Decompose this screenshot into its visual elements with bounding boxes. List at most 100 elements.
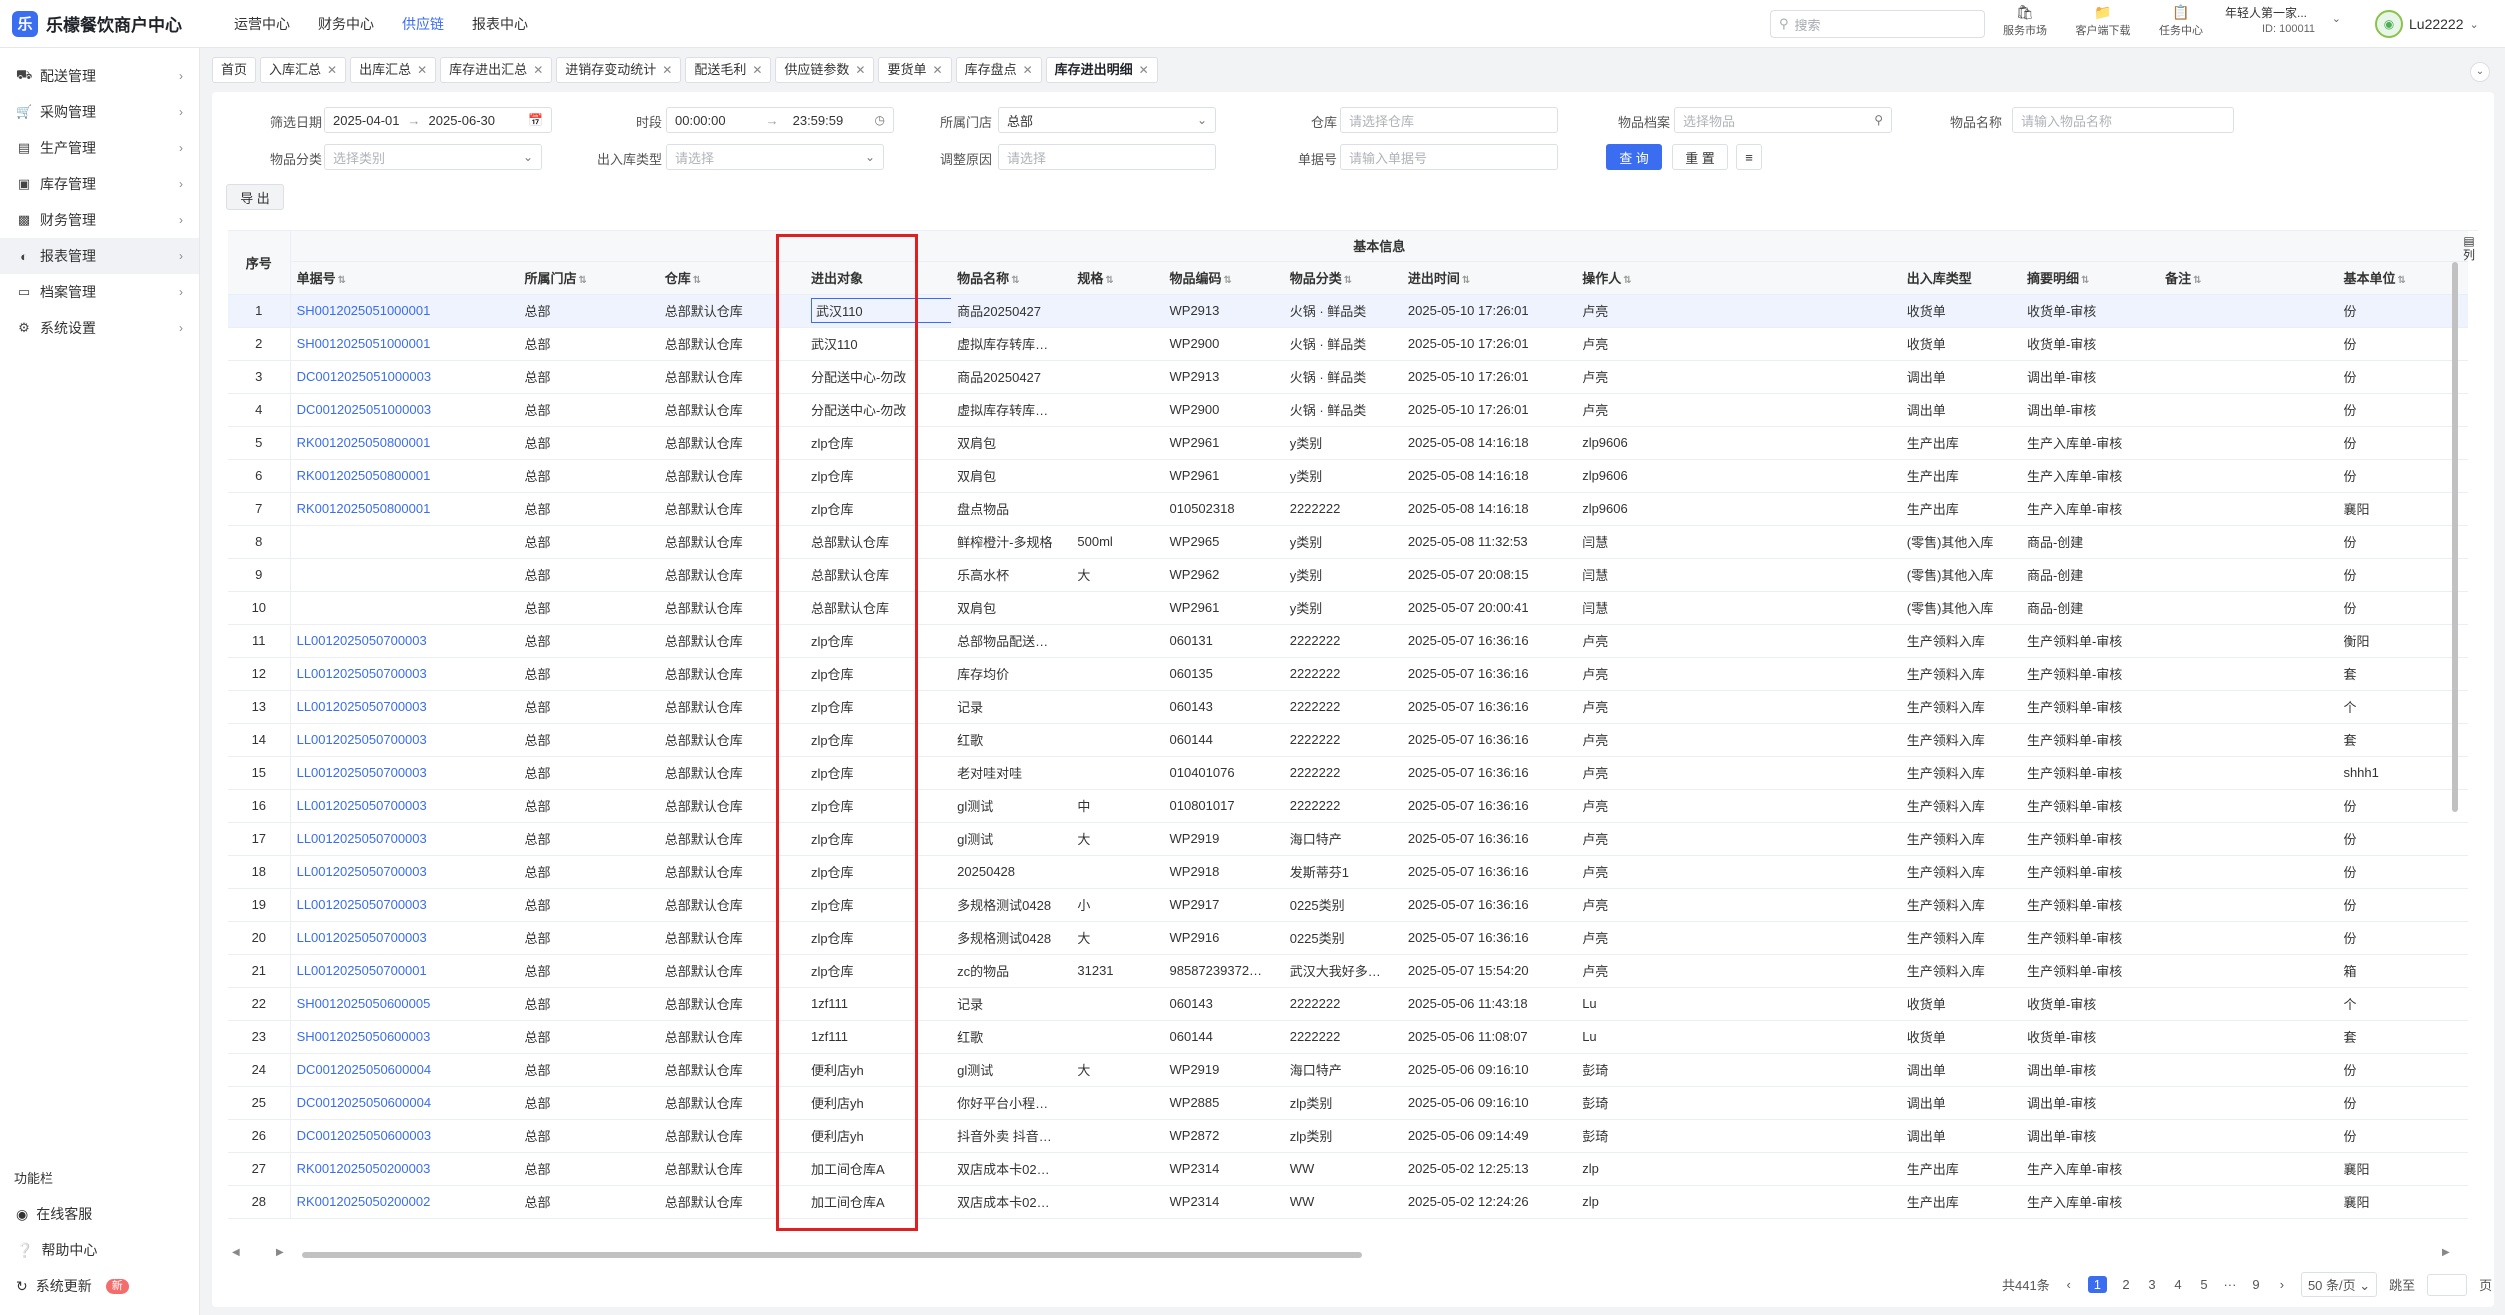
table-row[interactable]: 21 LL0012025050700001 总部 总部默认仓库 zlp仓库 zc的物品 31…	[228, 954, 2468, 988]
selected-cell[interactable]: 武汉110	[810, 298, 952, 323]
user-menu[interactable]: ◉ Lu22222 ⌄	[2375, 10, 2479, 38]
horizontal-scrollbar[interactable]	[302, 1252, 1362, 1258]
table-row[interactable]: 25 DC0012025050600004 总部 总部默认仓库 便利店yh 你好平台小程……	[228, 1086, 2468, 1120]
tab-home[interactable]: 首页	[212, 57, 257, 83]
close-icon[interactable]: ✕	[662, 58, 672, 82]
sidebar-item-finance[interactable]: ▩ 财务管理 ›	[0, 202, 199, 238]
doc-link[interactable]: LL0012025050700003	[290, 855, 519, 889]
sidebar-item-inventory[interactable]: ▣ 库存管理 ›	[0, 166, 199, 202]
doc-link[interactable]: RK0012025050800001	[290, 492, 519, 526]
doc-link[interactable]	[290, 525, 519, 559]
col-header[interactable]: 规格 ⇅	[1071, 261, 1164, 295]
close-icon[interactable]: ✕	[1139, 58, 1149, 82]
help-center-link[interactable]: ❔ 帮助中心	[16, 1240, 97, 1260]
table-row[interactable]: 5 RK0012025050800001 总部 总部默认仓库 zlp仓库 双肩包 WP296…	[228, 426, 2468, 460]
table-row[interactable]: 3 DC0012025051000003 总部 总部默认仓库 分配送中心-勿改 商品202…	[228, 360, 2468, 394]
col-header[interactable]: 出入库类型	[1900, 261, 2021, 295]
topnav-item[interactable]: 报表中心	[458, 0, 542, 48]
doc-link[interactable]: DC0012025051000003	[290, 393, 519, 427]
table-row[interactable]: 6 RK0012025050800001 总部 总部默认仓库 zlp仓库 双肩包 WP296…	[228, 459, 2468, 493]
table-row[interactable]: 20 LL0012025050700003 总部 总部默认仓库 zlp仓库 多规格测试04…	[228, 921, 2468, 955]
page-ellipsis[interactable]: ···	[2223, 1277, 2237, 1292]
close-icon[interactable]: ✕	[933, 58, 943, 82]
doc-link[interactable]: DC0012025051000003	[290, 360, 519, 394]
sidebar-item-reports[interactable]: ◐ 报表管理 ›	[0, 238, 199, 274]
tab-item[interactable]: 进销存变动统计 ✕	[556, 57, 682, 83]
tab-active[interactable]: 库存进出明细 ✕	[1045, 57, 1158, 83]
sidebar-item-delivery[interactable]: ⛟ 配送管理 ›	[0, 58, 199, 94]
reset-button[interactable]: 重 置	[1672, 144, 1728, 170]
jump-input[interactable]	[2427, 1273, 2468, 1296]
category-select[interactable]: 选择类别 ⌄	[324, 144, 542, 170]
sort-icon[interactable]: ⇅	[1224, 275, 1232, 286]
sort-icon[interactable]: ⇅	[2193, 275, 2201, 286]
table-row[interactable]: 8 总部 总部默认仓库 总部默认仓库 鲜榨橙汁-多规格 500ml WP2965 y类别 202…	[228, 525, 2468, 559]
market-button[interactable]: 🛍 服务市场	[1995, 4, 2055, 38]
col-header[interactable]: 物品名称 ⇅	[951, 261, 1072, 295]
table-row[interactable]: 26 DC0012025050600003 总部 总部默认仓库 便利店yh 抖音外卖 抖音…	[228, 1119, 2468, 1153]
sidebar-item-purchase[interactable]: 🛒 采购管理 ›	[0, 94, 199, 130]
scroll-right-end-icon[interactable]: ▶	[2442, 1247, 2450, 1258]
doc-link[interactable]: SH0012025051000001	[290, 327, 519, 361]
table-row[interactable]: 4 DC0012025051000003 总部 总部默认仓库 分配送中心-勿改 虚拟库存转…	[228, 393, 2468, 427]
close-icon[interactable]: ✕	[752, 58, 762, 82]
col-header[interactable]: 基本单位 ⇅	[2337, 261, 2468, 295]
sort-icon[interactable]: ⇅	[578, 275, 586, 286]
reason-select[interactable]: 请选择	[998, 144, 1216, 170]
col-header[interactable]: 所属门店 ⇅	[518, 261, 659, 295]
topnav-item[interactable]: 运营中心	[220, 0, 304, 48]
page-9[interactable]: 9	[2249, 1277, 2263, 1292]
store-switcher[interactable]: 年轻人第一家... ID: 100011 ⌄	[2225, 4, 2341, 35]
table-row[interactable]: 27 RK0012025050200003 总部 总部默认仓库 加工间仓库A 双店成本卡0…	[228, 1152, 2468, 1186]
table-row[interactable]: 2 SH0012025051000001 总部 总部默认仓库 武汉110 虚拟库存转库… W…	[228, 327, 2468, 361]
table-row[interactable]: 12 LL0012025050700003 总部 总部默认仓库 zlp仓库 库存均价 060…	[228, 657, 2468, 691]
col-header[interactable]: 物品分类 ⇅	[1283, 261, 1402, 295]
export-button[interactable]: 导 出	[226, 184, 284, 210]
doc-link[interactable]: LL0012025050700003	[290, 888, 519, 922]
sort-icon[interactable]: ⇅	[2397, 275, 2405, 286]
table-row[interactable]: 14 LL0012025050700003 总部 总部默认仓库 zlp仓库 红歌 06014…	[228, 723, 2468, 757]
store-select[interactable]: 总部 ⌄	[998, 107, 1216, 133]
page-1[interactable]: 1	[2087, 1276, 2107, 1293]
col-header[interactable]: 单据号 ⇅	[290, 261, 519, 295]
doc-link[interactable]: RK0012025050200002	[290, 1185, 519, 1219]
scroll-left-icon[interactable]: ◀	[232, 1247, 240, 1258]
doc-link[interactable]	[290, 558, 519, 592]
page-4[interactable]: 4	[2171, 1277, 2185, 1292]
close-icon[interactable]: ✕	[1023, 58, 1033, 82]
download-button[interactable]: 📁 客户端下载	[2073, 4, 2133, 38]
sidebar-item-production[interactable]: ▤ 生产管理 ›	[0, 130, 199, 166]
sort-icon[interactable]: ⇅	[2081, 275, 2089, 286]
tab-item[interactable]: 库存盘点 ✕	[955, 57, 1042, 83]
table-row[interactable]: 23 SH0012025050600003 总部 总部默认仓库 1zf111 红歌 0601…	[228, 1020, 2468, 1054]
tab-item[interactable]: 库存进出汇总 ✕	[440, 57, 553, 83]
doc-link[interactable]: DC0012025050600004	[290, 1086, 519, 1120]
app-logo[interactable]: 乐 乐檬餐饮商户中心	[0, 10, 210, 37]
table-row[interactable]: 16 LL0012025050700003 总部 总部默认仓库 zlp仓库 gl测试中 01…	[228, 789, 2468, 823]
table-row[interactable]: 24 DC0012025050600004 总部 总部默认仓库 便利店yh gl测试大 WP…	[228, 1053, 2468, 1087]
prev-page-icon[interactable]: ‹	[2062, 1277, 2076, 1292]
table-row[interactable]: 15 LL0012025050700003 总部 总部默认仓库 zlp仓库 老对哇对哇 01…	[228, 756, 2468, 790]
system-update-link[interactable]: ↻ 系统更新新	[16, 1276, 129, 1296]
sort-icon[interactable]: ⇅	[1105, 275, 1113, 286]
time-range-picker[interactable]: 00:00:00 → 23:59:59 ◷	[666, 107, 894, 133]
col-header[interactable]: 操作人 ⇅	[1576, 261, 1901, 295]
close-icon[interactable]: ✕	[417, 58, 427, 82]
table-row[interactable]: 18 LL0012025050700003 总部 总部默认仓库 zlp仓库 2025042…	[228, 855, 2468, 889]
topnav-item-active[interactable]: 供应链	[388, 0, 458, 48]
col-header[interactable]: 摘要明细 ⇅	[2020, 261, 2160, 295]
search-input[interactable]: ⚲ 搜索	[1770, 10, 1985, 38]
tab-item[interactable]: 出库汇总 ✕	[350, 57, 437, 83]
column-settings-button[interactable]: ▤ 列	[2462, 234, 2476, 262]
doc-link[interactable]: LL0012025050700003	[290, 657, 519, 691]
doc-link[interactable]: LL0012025050700003	[290, 789, 519, 823]
sidebar-item-settings[interactable]: ⚙ 系统设置 ›	[0, 310, 199, 346]
page-5[interactable]: 5	[2197, 1277, 2211, 1292]
doc-link[interactable]: RK0012025050800001	[290, 459, 519, 493]
doc-link[interactable]	[290, 591, 519, 625]
table-row[interactable]: 7 RK0012025050800001 总部 总部默认仓库 zlp仓库 盘点物品 0105…	[228, 492, 2468, 526]
sort-icon[interactable]: ⇅	[1623, 275, 1631, 286]
doc-link[interactable]: LL0012025050700003	[290, 921, 519, 955]
col-header[interactable]: 进出对象	[804, 261, 952, 295]
close-icon[interactable]: ✕	[327, 58, 337, 82]
